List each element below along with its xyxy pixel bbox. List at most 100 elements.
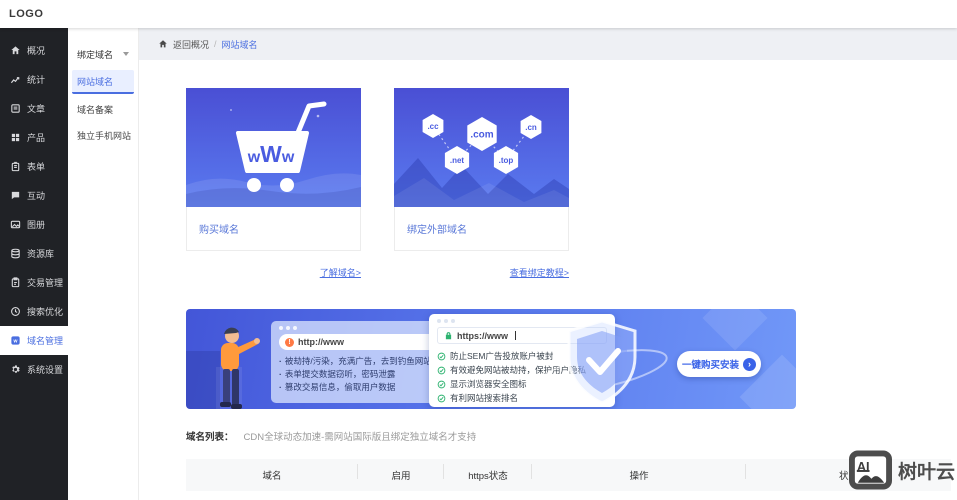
database-icon: [10, 248, 21, 259]
home-icon: [10, 45, 21, 56]
cube-decor: [702, 309, 767, 351]
one-click-buy-install-button[interactable]: 一键购买安装 ›: [677, 351, 761, 377]
check-icon: [437, 380, 446, 389]
benefit-item: 有利网站搜索排名: [450, 391, 518, 405]
sidebar-item-label: 资源库: [27, 247, 54, 260]
buy-button-label: 一键购买安装: [682, 357, 739, 371]
check-icon: [437, 352, 446, 361]
sidebar-item-label: 统计: [27, 73, 45, 86]
https-promo-banner: ! http://www 被劫持/污染，充满广告，去到钓鱼网站 表单提交数据窃听…: [186, 309, 796, 409]
breadcrumb-separator: /: [214, 39, 217, 49]
svg-text:w: w: [13, 339, 18, 345]
submenu-group-bind-domain[interactable]: 绑定域名: [68, 42, 138, 66]
cart-illustration: wWw: [186, 88, 361, 207]
sidebar-item-settings[interactable]: 系统设置: [0, 355, 68, 384]
sidebar-item-resources[interactable]: 资源库: [0, 239, 68, 268]
sidebar-item-interaction[interactable]: 互动: [0, 181, 68, 210]
bind-tutorial-link[interactable]: 查看绑定教程>: [510, 268, 569, 278]
svg-text:.top: .top: [499, 156, 514, 165]
grid-icon: [10, 132, 21, 143]
domain-table-header: 域名 启用 https状态 操作 状态: [186, 459, 951, 491]
check-icon: [437, 394, 446, 403]
sidebar-item-seo[interactable]: 搜索优化: [0, 297, 68, 326]
arrow-right-icon: ›: [743, 358, 756, 371]
svg-text:.cc: .cc: [427, 122, 439, 131]
watermark-brand: 树叶云: [898, 457, 955, 484]
warning-icon: !: [285, 338, 294, 347]
sidebar-item-label: 表单: [27, 160, 45, 173]
sidebar-item-forms[interactable]: 表单: [0, 152, 68, 181]
learn-domain-link[interactable]: 了解域名>: [320, 268, 361, 278]
main-area: 返回概况 / 网站域名: [139, 28, 957, 500]
benefit-item: 防止SEM广告投放账户被封: [450, 349, 553, 363]
buy-domain-card[interactable]: wWw 购买域名: [186, 88, 361, 251]
svg-text:.com: .com: [470, 130, 493, 141]
breadcrumb-back-link[interactable]: 返回概况: [173, 38, 209, 51]
domain-list-label: 域名列表：: [186, 429, 234, 443]
domain-tlds-illustration: .cc .com .cn .net .top: [394, 88, 569, 207]
chevron-down-icon: [123, 52, 129, 56]
form-icon: [10, 161, 21, 172]
secondary-sidebar: 绑定域名 网站域名 域名备案 独立手机网站: [68, 28, 139, 500]
gear-icon: [10, 364, 21, 375]
clipboard-icon: [10, 277, 21, 288]
sidebar-item-label: 概况: [27, 44, 45, 57]
text-caret: [515, 331, 516, 340]
sidebar-item-label: 域名管理: [27, 334, 63, 347]
sidebar-item-label: 图册: [27, 218, 45, 231]
sidebar-item-gallery[interactable]: 图册: [0, 210, 68, 239]
sidebar-item-label: 交易管理: [27, 276, 63, 289]
lock-icon: [444, 331, 453, 340]
svg-text:.net: .net: [450, 156, 465, 165]
bind-external-domain-card[interactable]: .cc .com .cn .net .top 绑定外部域名: [394, 88, 569, 251]
primary-sidebar: 概况 统计 文章 产品 表单 互动: [0, 28, 68, 500]
sidebar-item-domains[interactable]: w 域名管理: [0, 326, 68, 355]
submenu-item-website-domain[interactable]: 网站域名: [72, 70, 134, 94]
https-url: https://www: [457, 331, 508, 341]
watermark: AI 树叶云: [849, 450, 955, 490]
image-icon: [10, 219, 21, 230]
bind-external-domain-card-title: 绑定外部域名: [394, 207, 569, 251]
clock-icon: [10, 306, 21, 317]
column-header-actions: 操作: [532, 468, 746, 482]
column-header-https-status: https状态: [444, 468, 532, 482]
sidebar-item-articles[interactable]: 文章: [0, 94, 68, 123]
sidebar-item-trade[interactable]: 交易管理: [0, 268, 68, 297]
topbar: LOGO: [0, 0, 957, 28]
submenu-item-domain-record[interactable]: 域名备案: [72, 98, 134, 120]
column-header-domain: 域名: [186, 468, 358, 482]
article-icon: [10, 103, 21, 114]
page: LOGO 概况 统计 文章 产品 表单: [0, 0, 957, 500]
cdn-note: CDN全球动态加速-需网站国际版且绑定独立域名才支持: [244, 429, 477, 443]
content-panel: wWw 购买域名: [139, 60, 957, 500]
https-browser-window: https://www 防止SEM广告投放账户被封 有效避免网站被劫持，保护用户…: [429, 314, 615, 407]
stats-icon: [10, 74, 21, 85]
svg-text:.cn: .cn: [525, 123, 537, 132]
sidebar-item-stats[interactable]: 统计: [0, 65, 68, 94]
sidebar-item-label: 产品: [27, 131, 45, 144]
submenu-item-mobile-site[interactable]: 独立手机网站: [72, 124, 134, 146]
sidebar-item-label: 系统设置: [27, 363, 63, 376]
https-address-bar: https://www: [437, 327, 607, 344]
buy-domain-card-title: 购买域名: [186, 207, 361, 251]
sidebar-item-label: 搜索优化: [27, 305, 63, 318]
ai-photo-icon: AI: [849, 450, 892, 490]
sidebar-item-label: 文章: [27, 102, 45, 115]
domain-list-header: 域名列表： CDN全球动态加速-需网站国际版且绑定独立域名才支持: [186, 429, 957, 443]
submenu-item-label: 域名备案: [77, 103, 113, 116]
domain-icon: w: [10, 335, 21, 346]
sidebar-item-products[interactable]: 产品: [0, 123, 68, 152]
sidebar-item-overview[interactable]: 概况: [0, 36, 68, 65]
benefit-item: 显示浏览器安全图标: [450, 377, 527, 391]
window-dots: [429, 314, 615, 323]
home-icon: [158, 39, 168, 49]
benefit-item: 有效避免网站被劫持，保护用户隐私: [450, 363, 586, 377]
column-header-enabled: 启用: [358, 468, 444, 482]
https-benefit-list: 防止SEM广告投放账户被封 有效避免网站被劫持，保护用户隐私 显示浏览器安全图标…: [437, 349, 607, 405]
http-url: http://www: [298, 337, 344, 347]
submenu-item-label: 网站域名: [77, 75, 113, 88]
submenu-item-label: 独立手机网站: [77, 129, 131, 142]
person-illustration: [198, 323, 260, 409]
chat-icon: [10, 190, 21, 201]
breadcrumb-current: 网站域名: [222, 38, 258, 51]
